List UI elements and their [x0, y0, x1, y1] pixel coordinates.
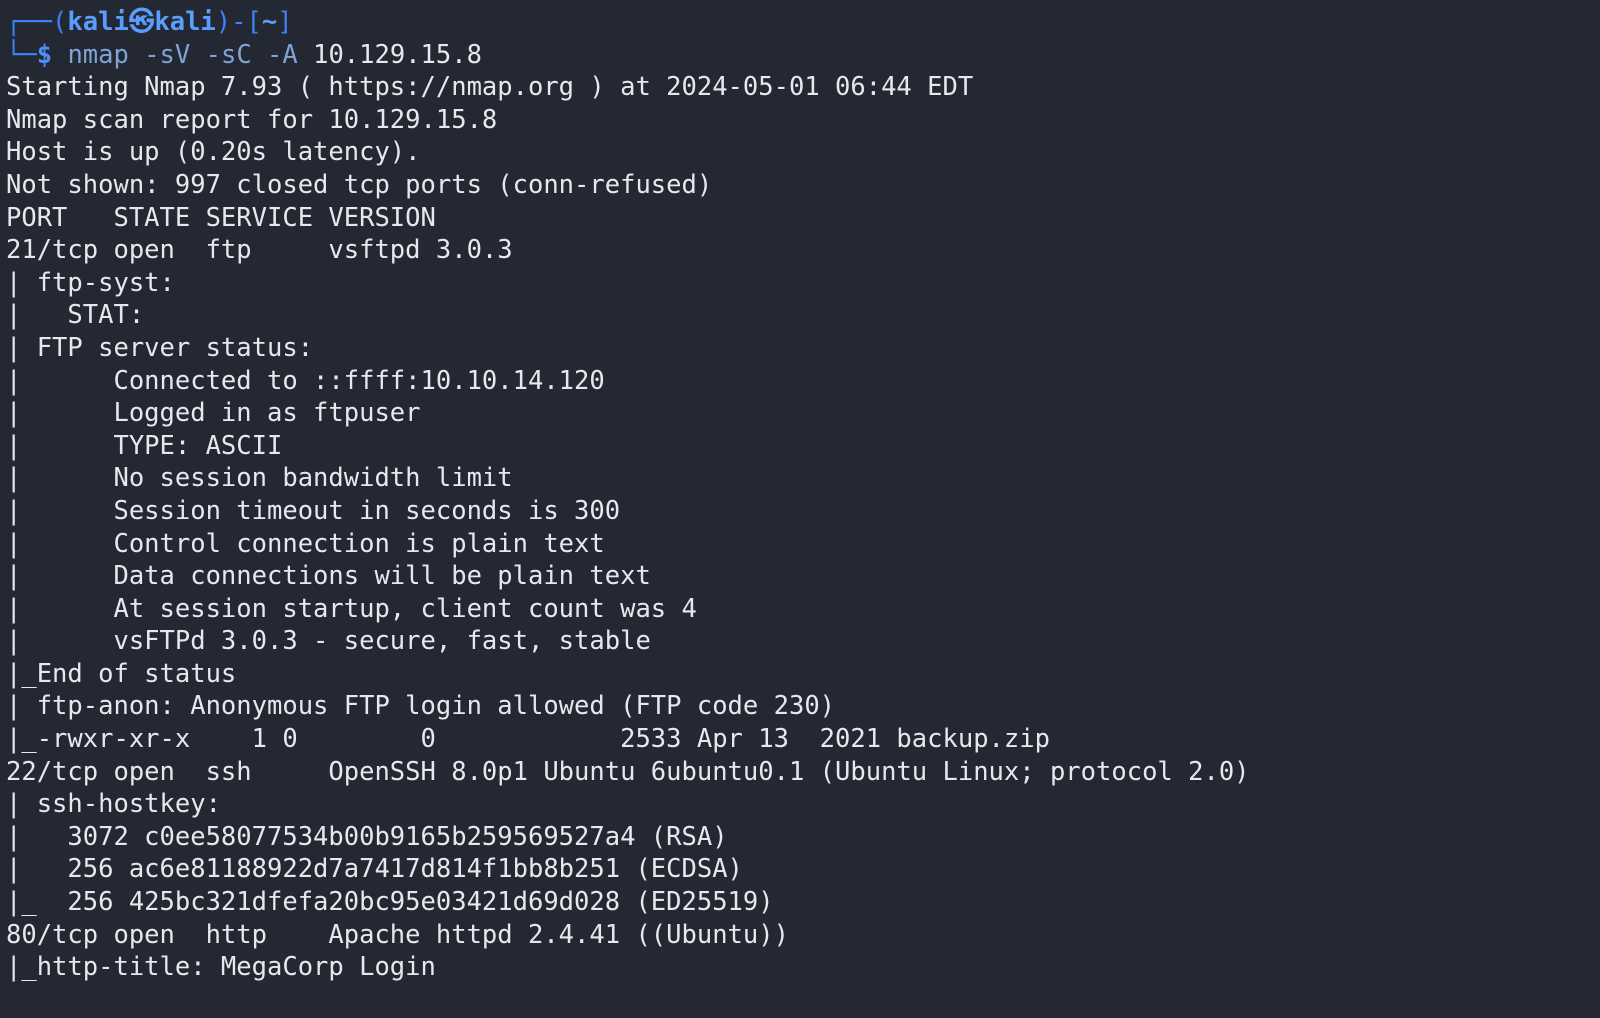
output-line: | No session bandwidth limit — [6, 463, 513, 494]
output-line: | Control connection is plain text — [6, 528, 605, 559]
terminal-window[interactable]: ┌──(kali㉿kali)-[~] └─$ nmap -sV -sC -A 1… — [0, 0, 1600, 1018]
output-line: | FTP server status: — [6, 332, 314, 363]
output-line: 22/tcp open ssh OpenSSH 8.0p1 Ubuntu 6ub… — [6, 756, 1250, 787]
output-line: 21/tcp open ftp vsftpd 3.0.3 — [6, 235, 513, 266]
output-line: | ssh-hostkey: — [6, 789, 221, 820]
output-line: | vsFTPd 3.0.3 - secure, fast, stable — [6, 626, 651, 657]
output-line: |_http-title: MegaCorp Login — [6, 952, 436, 983]
output-line: Nmap scan report for 10.129.15.8 — [6, 104, 498, 135]
prompt-frame-mid: )-[ — [215, 7, 262, 37]
output-line: | Data connections will be plain text — [6, 561, 651, 592]
output-line: | Logged in as ftpuser — [6, 398, 421, 429]
prompt-at-symbol: ㉿ — [128, 7, 155, 37]
output-line: PORT STATE SERVICE VERSION — [6, 202, 436, 233]
prompt-cwd: ~ — [261, 7, 278, 37]
output-line: | Connected to ::ffff:10.10.14.120 — [6, 365, 605, 396]
command-text: nmap -sV -sC -A — [67, 39, 298, 70]
command-target: 10.129.15.8 — [313, 39, 482, 70]
output-line: |_-rwxr-xr-x 1 0 0 2533 Apr 13 2021 back… — [6, 724, 1050, 755]
output-line: Starting Nmap 7.93 ( https://nmap.org ) … — [6, 72, 974, 103]
output-line: | ftp-anon: Anonymous FTP login allowed … — [6, 691, 836, 722]
output-line: | At session startup, client count was 4 — [6, 593, 697, 624]
output-line: | 3072 c0ee58077534b00b9165b259569527a4 … — [6, 821, 728, 852]
output-line: 80/tcp open http Apache httpd 2.4.41 ((U… — [6, 919, 789, 950]
prompt-frame-close: ] — [277, 7, 293, 37]
prompt-user: kali — [67, 7, 129, 37]
prompt-host: kali — [154, 7, 216, 37]
output-line: Host is up (0.20s latency). — [6, 137, 421, 168]
output-line: |_End of status — [6, 658, 237, 689]
scan-output: Starting Nmap 7.93 ( https://nmap.org ) … — [6, 71, 1600, 984]
prompt-line2-prefix: └─ — [6, 39, 37, 70]
output-line: | TYPE: ASCII — [6, 430, 283, 461]
output-line: |_ 256 425bc321dfefa20bc95e03421d69d028 … — [6, 887, 774, 918]
prompt-line-1: ┌──(kali㉿kali)-[~] — [6, 6, 1600, 39]
output-line: | 256 ac6e81188922d7a7417d814f1bb8b251 (… — [6, 854, 743, 885]
output-line: | STAT: — [6, 300, 145, 331]
output-line: Not shown: 997 closed tcp ports (conn-re… — [6, 169, 713, 200]
output-line: | ftp-syst: — [6, 267, 175, 298]
prompt-line-2[interactable]: └─$ nmap -sV -sC -A 10.129.15.8 — [6, 39, 1600, 72]
prompt-dollar: $ — [36, 39, 53, 70]
output-line: | Session timeout in seconds is 300 — [6, 495, 621, 526]
prompt-frame-open: ┌──( — [6, 7, 68, 37]
